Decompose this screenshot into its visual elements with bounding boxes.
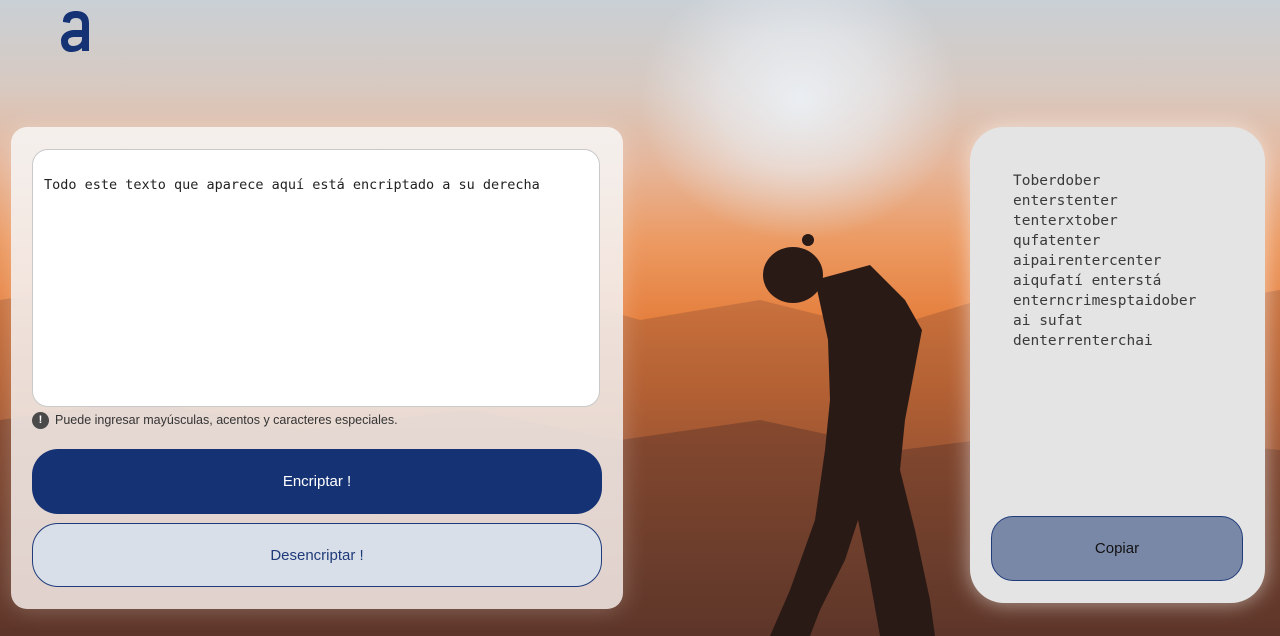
input-hint: ! Puede ingresar mayúsculas, acentos y c… [32,411,398,429]
output-panel: Toberdober enterstenter tenterxtober quf… [970,127,1265,603]
copy-button[interactable]: Copiar [991,516,1243,581]
output-text: Toberdober enterstenter tenterxtober quf… [1013,173,1197,349]
hint-text: Puede ingresar mayúsculas, acentos y car… [55,413,398,427]
encryption-panel: Todo este texto que aparece aquí está en… [11,127,623,609]
decrypt-button[interactable]: Desencriptar ! [32,523,602,587]
text-input[interactable]: Todo este texto que aparece aquí está en… [32,149,600,407]
alura-logo-icon [61,11,89,52]
exclamation-circle-icon: ! [32,411,49,429]
encrypt-button[interactable]: Encriptar ! [32,449,602,514]
